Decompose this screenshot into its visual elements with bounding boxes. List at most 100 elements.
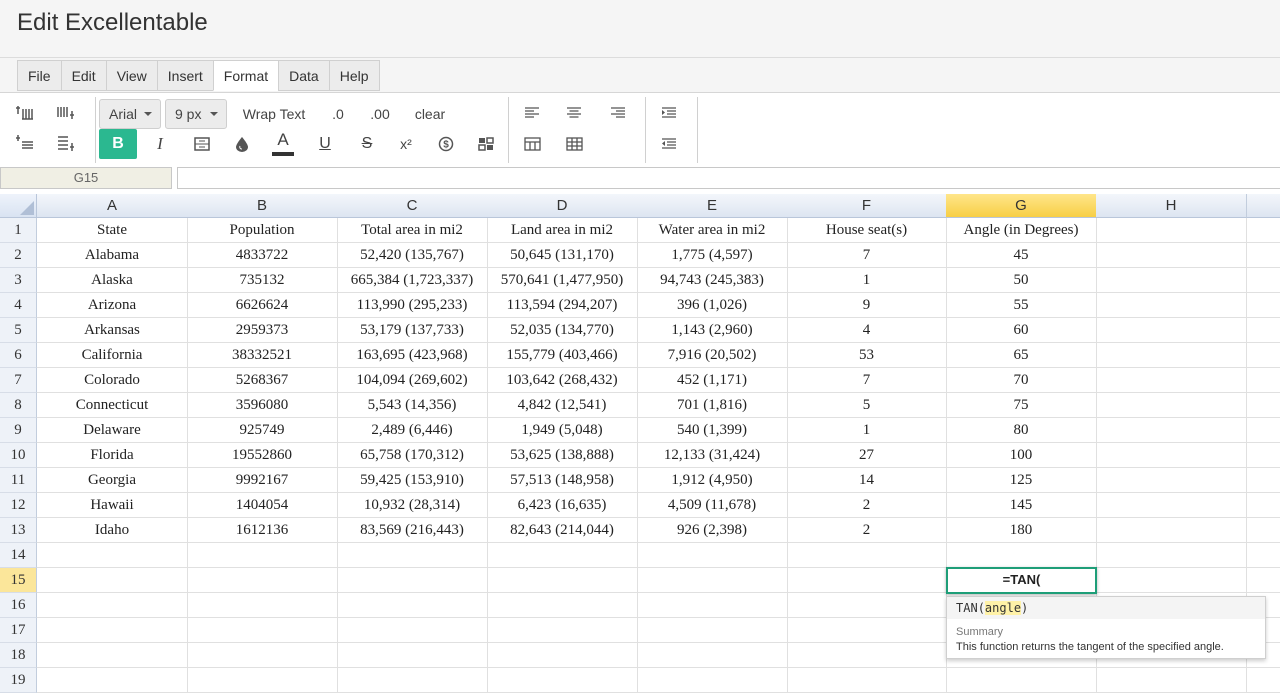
cell-d7[interactable]: 103,642 (268,432) [487, 368, 638, 393]
cell-a10[interactable]: Florida [37, 443, 188, 468]
cell-reference-box[interactable]: G15 [0, 167, 172, 189]
cell-b1[interactable]: Population [187, 218, 338, 243]
cell-b4[interactable]: 6626624 [187, 293, 338, 318]
cell-b12[interactable]: 1404054 [187, 493, 338, 518]
cell-b14[interactable] [187, 543, 338, 568]
cell-b8[interactable]: 3596080 [187, 393, 338, 418]
cell-h14[interactable] [1096, 543, 1247, 568]
insert-row-above-icon[interactable] [14, 101, 36, 125]
cell-c10[interactable]: 65,758 (170,312) [337, 443, 488, 468]
cell-c7[interactable]: 104,094 (269,602) [337, 368, 488, 393]
cell-d2[interactable]: 50,645 (131,170) [487, 243, 638, 268]
cell-e11[interactable]: 1,912 (4,950) [637, 468, 788, 493]
superscript-button[interactable]: x² [395, 129, 417, 159]
clear-format-button[interactable]: clear [410, 99, 450, 129]
wrap-text-button[interactable]: Wrap Text [237, 99, 311, 129]
row-header-16[interactable]: 16 [0, 593, 37, 618]
column-header-a[interactable]: A [37, 194, 188, 218]
cell-g8[interactable]: 75 [946, 393, 1097, 418]
row-header-15[interactable]: 15 [0, 568, 37, 593]
column-header-f[interactable]: F [787, 194, 947, 218]
cell-c6[interactable]: 163,695 (423,968) [337, 343, 488, 368]
fill-color-icon[interactable] [231, 129, 253, 159]
column-header-b[interactable]: B [187, 194, 338, 218]
cell-f2[interactable]: 7 [787, 243, 947, 268]
menu-item-help[interactable]: Help [328, 60, 380, 91]
cell-c9[interactable]: 2,489 (6,446) [337, 418, 488, 443]
cell-h5[interactable] [1096, 318, 1247, 343]
cell-c4[interactable]: 113,990 (295,233) [337, 293, 488, 318]
cell-g6[interactable]: 65 [946, 343, 1097, 368]
cell-e13[interactable]: 926 (2,398) [637, 518, 788, 543]
underline-button[interactable]: U [314, 129, 336, 159]
cell-d17[interactable] [487, 618, 638, 643]
cell-c18[interactable] [337, 643, 488, 668]
cell-a8[interactable]: Connecticut [37, 393, 188, 418]
text-color-button[interactable]: A [272, 127, 294, 159]
cell-e15[interactable] [637, 568, 788, 593]
cell-a14[interactable] [37, 543, 188, 568]
cell-h6[interactable] [1096, 343, 1247, 368]
row-header-10[interactable]: 10 [0, 443, 37, 468]
formula-input[interactable] [177, 167, 1280, 189]
cell-d5[interactable]: 52,035 (134,770) [487, 318, 638, 343]
cell-h7[interactable] [1096, 368, 1247, 393]
cell-d9[interactable]: 1,949 (5,048) [487, 418, 638, 443]
menu-item-format[interactable]: Format [212, 60, 279, 91]
font-family-select[interactable]: Arial [99, 99, 161, 129]
row-header-4[interactable]: 4 [0, 293, 37, 318]
cell-a18[interactable] [37, 643, 188, 668]
cell-g2[interactable]: 45 [946, 243, 1097, 268]
cell-d4[interactable]: 113,594 (294,207) [487, 293, 638, 318]
cell-d18[interactable] [487, 643, 638, 668]
cell-c16[interactable] [337, 593, 488, 618]
cell-f6[interactable]: 53 [787, 343, 947, 368]
cell-c13[interactable]: 83,569 (216,443) [337, 518, 488, 543]
cell-g11[interactable]: 125 [946, 468, 1097, 493]
cell-b18[interactable] [187, 643, 338, 668]
cell-d15[interactable] [487, 568, 638, 593]
align-right-icon[interactable] [607, 101, 629, 125]
cell-g12[interactable]: 145 [946, 493, 1097, 518]
cell-b15[interactable] [187, 568, 338, 593]
cell-b16[interactable] [187, 593, 338, 618]
cell-c12[interactable]: 10,932 (28,314) [337, 493, 488, 518]
cell-c19[interactable] [337, 668, 488, 693]
row-header-11[interactable]: 11 [0, 468, 37, 493]
cell-f11[interactable]: 14 [787, 468, 947, 493]
cell-c8[interactable]: 5,543 (14,356) [337, 393, 488, 418]
cell-b11[interactable]: 9992167 [187, 468, 338, 493]
cell-d3[interactable]: 570,641 (1,477,950) [487, 268, 638, 293]
cell-h19[interactable] [1096, 668, 1247, 693]
cell-h11[interactable] [1096, 468, 1247, 493]
row-header-12[interactable]: 12 [0, 493, 37, 518]
cell-f8[interactable]: 5 [787, 393, 947, 418]
cell-e12[interactable]: 4,509 (11,678) [637, 493, 788, 518]
cell-c3[interactable]: 665,384 (1,723,337) [337, 268, 488, 293]
cell-a15[interactable] [37, 568, 188, 593]
align-left-icon[interactable] [521, 101, 543, 125]
cell-a3[interactable]: Alaska [37, 268, 188, 293]
row-header-1[interactable]: 1 [0, 218, 37, 243]
cell-a16[interactable] [37, 593, 188, 618]
cell-b2[interactable]: 4833722 [187, 243, 338, 268]
cell-f18[interactable] [787, 643, 947, 668]
bold-button[interactable]: B [99, 129, 137, 159]
cell-h12[interactable] [1096, 493, 1247, 518]
column-header-h[interactable]: H [1096, 194, 1247, 218]
cell-a13[interactable]: Idaho [37, 518, 188, 543]
cell-e18[interactable] [637, 643, 788, 668]
row-header-9[interactable]: 9 [0, 418, 37, 443]
cell-c11[interactable]: 59,425 (153,910) [337, 468, 488, 493]
menu-item-data[interactable]: Data [278, 60, 329, 91]
cell-a1[interactable]: State [37, 218, 188, 243]
cell-f4[interactable]: 9 [787, 293, 947, 318]
insert-column-right-icon[interactable] [55, 101, 77, 125]
cell-f3[interactable]: 1 [787, 268, 947, 293]
cell-h8[interactable] [1096, 393, 1247, 418]
cell-c15[interactable] [337, 568, 488, 593]
row-header-14[interactable]: 14 [0, 543, 37, 568]
row-header-5[interactable]: 5 [0, 318, 37, 343]
cell-b7[interactable]: 5268367 [187, 368, 338, 393]
menu-item-file[interactable]: File [17, 60, 61, 91]
